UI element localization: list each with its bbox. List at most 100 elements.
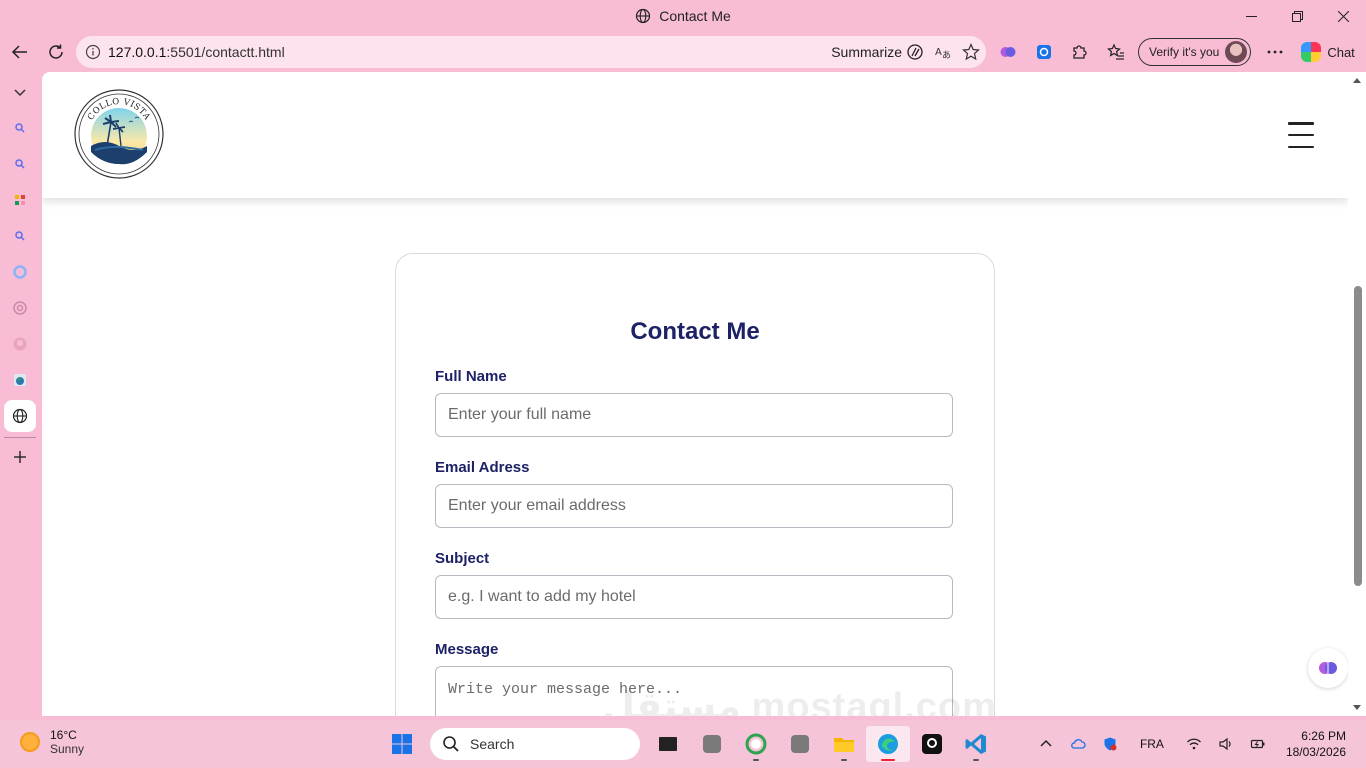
- contact-form: Contact Me Full Name Email Adress Subjec…: [395, 253, 995, 716]
- page-viewport: COLLO VISTA Contact Me Full Name Email A…: [42, 72, 1366, 716]
- app-icon: [791, 735, 809, 753]
- scroll-down-arrow[interactable]: [1353, 705, 1361, 710]
- github-icon: [13, 337, 27, 351]
- github-icon: [922, 734, 942, 754]
- page-scrollbar[interactable]: [1348, 72, 1366, 716]
- more-menu-button[interactable]: [1257, 34, 1293, 70]
- show-hidden-icons-button[interactable]: [1030, 720, 1062, 768]
- back-button[interactable]: [2, 34, 38, 70]
- title-bar: Contact Me: [0, 0, 1366, 32]
- vertical-tabs-sidebar: [0, 72, 40, 718]
- cloud-icon: [1071, 739, 1086, 749]
- sidebar-tab-active[interactable]: [4, 400, 36, 432]
- chevron-down-icon: [14, 89, 26, 97]
- wifi-tray-icon[interactable]: [1178, 720, 1210, 768]
- sidebar-divider: [4, 437, 36, 438]
- profile-verify-button[interactable]: Verify it's you: [1138, 38, 1252, 66]
- system-clock[interactable]: 6:26 PM 18/03/2026: [1274, 728, 1366, 760]
- shield-icon: [1104, 737, 1117, 751]
- taskbar-app-terminal[interactable]: [646, 726, 690, 762]
- sidebar-tab-github[interactable]: [8, 332, 32, 356]
- app-icon: [703, 735, 721, 753]
- folder-icon: [834, 738, 854, 752]
- logo[interactable]: COLLO VISTA: [73, 88, 165, 180]
- openai-icon: [13, 301, 27, 315]
- favorites-button[interactable]: [1098, 34, 1134, 70]
- taskbar-file-explorer[interactable]: [822, 726, 866, 762]
- copilot-icon: [1301, 42, 1322, 62]
- sidebar-tab-ring[interactable]: [8, 260, 32, 284]
- more-dots-icon: [1267, 50, 1283, 54]
- taskbar-search[interactable]: Search: [430, 728, 640, 760]
- terminal-icon: [659, 737, 677, 751]
- sidebar-tab-site[interactable]: [8, 368, 32, 392]
- taskbar-app-green[interactable]: [734, 726, 778, 762]
- input-language[interactable]: FRA: [1126, 737, 1178, 751]
- floating-assistant-button[interactable]: [1308, 648, 1348, 688]
- refresh-button[interactable]: [38, 34, 74, 70]
- taskbar: 16°C Sunny Search FRA 6:26 PM 18/03/2026: [0, 720, 1366, 768]
- minimize-button[interactable]: [1228, 0, 1274, 32]
- extension-brain-button[interactable]: [990, 34, 1026, 70]
- sidebar-tab-search-1[interactable]: [8, 116, 32, 140]
- scroll-thumb[interactable]: [1354, 286, 1362, 586]
- clock-time: 6:26 PM: [1301, 729, 1346, 743]
- taskbar-app-gray[interactable]: [690, 726, 734, 762]
- window-title-text: Contact Me: [659, 8, 731, 24]
- collapse-tabs-button[interactable]: [8, 80, 32, 104]
- summarize-icon: [907, 44, 923, 60]
- close-button[interactable]: [1320, 0, 1366, 32]
- full-name-input[interactable]: [435, 393, 953, 437]
- taskbar-vscode[interactable]: [954, 726, 998, 762]
- favorites-list-icon: [1107, 43, 1124, 60]
- hamburger-line: [1288, 145, 1314, 148]
- scroll-up-arrow[interactable]: [1353, 78, 1361, 83]
- weather-widget[interactable]: 16°C Sunny: [20, 728, 84, 756]
- restore-button[interactable]: [1274, 0, 1320, 32]
- translate-icon[interactable]: Aあ: [934, 43, 952, 61]
- sidebar-tab-search-3[interactable]: [8, 224, 32, 248]
- hamburger-line: [1288, 122, 1314, 125]
- favorite-star-icon[interactable]: [962, 43, 980, 61]
- green-ring-icon: [745, 733, 767, 755]
- ring-icon: [13, 265, 27, 279]
- vscode-icon: [965, 734, 986, 754]
- colorful-app-icon: [15, 195, 25, 205]
- avatar: [1225, 41, 1248, 63]
- extension-blue-button[interactable]: [1026, 34, 1062, 70]
- address-bar[interactable]: 127.0.0.1:5501/contactt.html Summarize A…: [76, 36, 986, 68]
- svg-text:A: A: [935, 47, 942, 58]
- volume-tray-icon[interactable]: [1210, 720, 1242, 768]
- new-tab-button[interactable]: [8, 445, 32, 469]
- globe-icon: [12, 408, 28, 424]
- copilot-chat-button[interactable]: Chat: [1301, 42, 1355, 62]
- battery-tray-icon[interactable]: [1242, 720, 1274, 768]
- extension-badge-icon: [1037, 45, 1051, 59]
- taskbar-edge[interactable]: [866, 726, 910, 762]
- search-icon: [443, 736, 459, 752]
- summarize-button[interactable]: Summarize: [831, 43, 924, 61]
- refresh-icon: [49, 44, 63, 59]
- restore-icon: [1291, 10, 1303, 22]
- email-label: Email Adress: [435, 459, 530, 476]
- minimize-icon: [1245, 15, 1257, 17]
- security-tray-icon[interactable]: [1094, 720, 1126, 768]
- site-favicon-icon: [14, 374, 26, 386]
- taskbar-github[interactable]: [910, 726, 954, 762]
- info-icon: [85, 44, 101, 60]
- onedrive-tray-icon[interactable]: [1062, 720, 1094, 768]
- sidebar-tab-colorful[interactable]: [8, 188, 32, 212]
- windows-icon: [392, 734, 412, 754]
- hamburger-menu-button[interactable]: [1288, 122, 1314, 148]
- form-title: Contact Me: [630, 318, 760, 345]
- battery-icon: [1250, 739, 1265, 749]
- subject-label: Subject: [435, 550, 490, 567]
- sidebar-tab-search-2[interactable]: [8, 152, 32, 176]
- subject-input[interactable]: [435, 575, 953, 619]
- taskbar-app-gray-2[interactable]: [778, 726, 822, 762]
- search-icon: [15, 159, 25, 169]
- start-button[interactable]: [380, 726, 424, 762]
- sidebar-tab-openai[interactable]: [8, 296, 32, 320]
- email-input[interactable]: [435, 484, 953, 528]
- extensions-button[interactable]: [1062, 34, 1098, 70]
